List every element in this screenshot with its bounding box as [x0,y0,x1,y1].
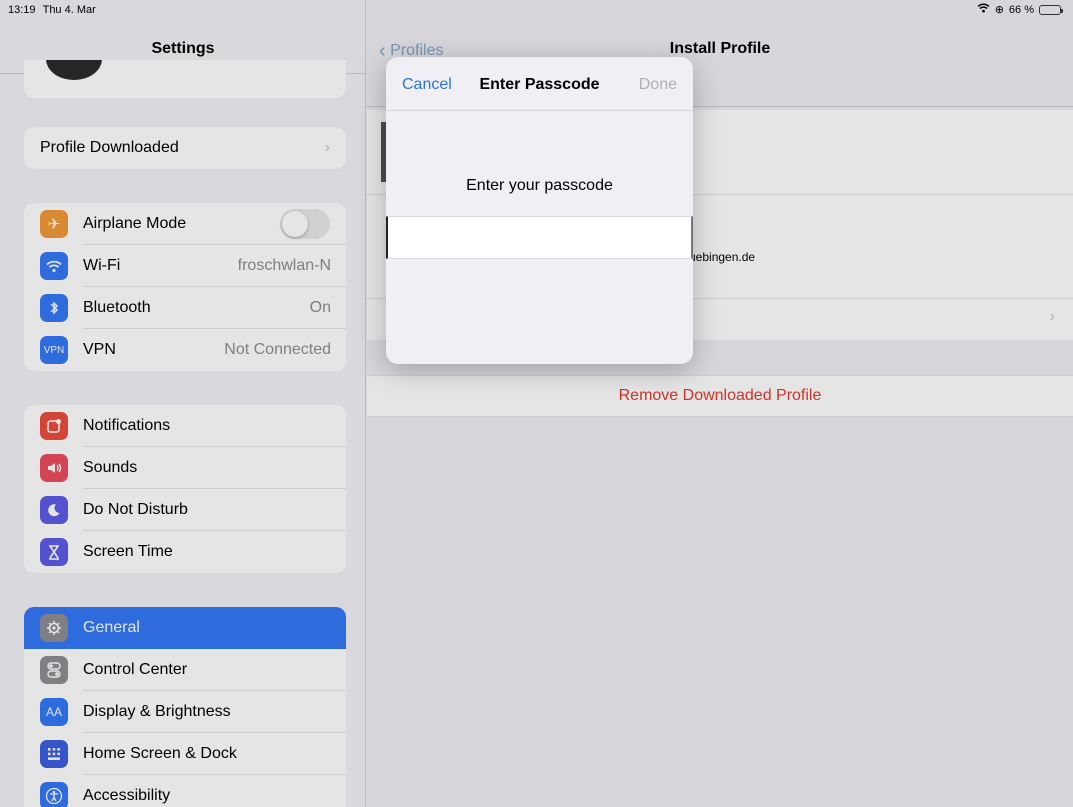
screen-time-label: Screen Time [83,543,173,560]
passcode-input[interactable] [386,216,693,259]
sounds-label: Sounds [83,459,138,476]
bluetooth-icon [40,294,68,322]
orientation-lock-icon: ⊕ [994,4,1004,16]
airplane-mode-toggle[interactable] [280,209,330,239]
status-clock: 13:19 [8,4,36,16]
profile-domain-text: uebingen.de [689,250,756,264]
battery-percent: 66 % [1008,3,1034,16]
sidebar-item-airplane-mode[interactable]: ✈ Airplane Mode [24,203,346,245]
sidebar-item-accessibility[interactable]: Accessibility [24,775,346,807]
general-label: General [83,619,140,636]
avatar [46,60,102,80]
profile-group: Profile Downloaded › [24,127,346,169]
accessibility-icon [40,782,68,807]
wifi-label: Wi-Fi [83,257,121,274]
sidebar-item-screen-time[interactable]: Screen Time [24,531,346,573]
account-row[interactable] [24,60,346,98]
airplane-icon: ✈ [40,210,68,238]
passcode-prompt: Enter your passcode [466,177,613,194]
vpn-value: Not Connected [224,341,331,358]
toggle-knob [282,211,308,237]
sounds-icon [40,454,68,482]
profile-downloaded-label: Profile Downloaded [40,139,179,156]
sidebar-item-home-screen-dock[interactable]: Home Screen & Dock [24,733,346,775]
connectivity-group: ✈ Airplane Mode Wi-Fi froschwlan-N Bluet… [24,203,346,371]
system-group: Notifications Sounds Do Not Disturb Scre… [24,405,346,573]
wifi-status-icon [977,3,990,16]
wifi-value: froschwlan-N [237,257,331,274]
accessibility-label: Accessibility [83,787,171,804]
profile-downloaded-row[interactable]: Profile Downloaded › [24,127,346,169]
sidebar-item-wifi[interactable]: Wi-Fi froschwlan-N [24,245,346,287]
sidebar-item-do-not-disturb[interactable]: Do Not Disturb [24,489,346,531]
chevron-right-icon[interactable]: › [1050,308,1055,326]
bluetooth-value: On [309,299,331,316]
display-brightness-label: Display & Brightness [83,703,231,720]
sidebar-item-vpn[interactable]: VPN VPN Not Connected [24,329,346,371]
hourglass-icon [40,538,68,566]
display-icon: AA [40,698,68,726]
chevron-left-icon: ‹ [379,40,386,62]
done-button[interactable]: Done [639,76,677,94]
gear-icon [40,614,68,642]
enter-passcode-sheet: Enter Passcode Cancel Done Enter your pa… [386,57,693,364]
settings-sidebar: Settings Profile Downloaded › ✈ Airplane… [0,0,366,807]
bluetooth-label: Bluetooth [83,299,151,316]
notifications-icon [40,412,68,440]
cancel-button[interactable]: Cancel [402,76,452,94]
sidebar-title: Settings [151,40,215,57]
sidebar-item-notifications[interactable]: Notifications [24,405,346,447]
switches-icon [40,656,68,684]
chevron-right-icon: › [324,139,330,156]
status-date: Thu 4. Mar [42,4,96,16]
sidebar-item-display-brightness[interactable]: AA Display & Brightness [24,691,346,733]
do-not-disturb-label: Do Not Disturb [83,501,188,518]
sidebar-item-bluetooth[interactable]: Bluetooth On [24,287,346,329]
moon-icon [40,496,68,524]
status-time: 13:19 Thu 4. Mar [8,4,96,16]
battery-tip [1061,8,1063,13]
vpn-label: VPN [83,341,116,358]
detail-title: Install Profile [669,40,771,57]
general-group: General Control Center AA Display & Brig… [24,607,346,807]
remove-downloaded-profile-button[interactable]: Remove Downloaded Profile [367,375,1073,417]
status-indicators: ⊕ 66 % [977,3,1063,16]
status-bar: 13:19 Thu 4. Mar ⊕ 66 % [0,0,1073,18]
battery-icon [1039,4,1063,15]
wifi-icon [40,252,68,280]
notifications-label: Notifications [83,417,171,434]
sidebar-item-general[interactable]: General [24,607,346,649]
vpn-icon: VPN [40,336,68,364]
control-center-label: Control Center [83,661,188,678]
home-screen-dock-label: Home Screen & Dock [83,745,237,762]
sidebar-item-control-center[interactable]: Control Center [24,649,346,691]
airplane-mode-label: Airplane Mode [83,215,187,232]
sheet-header: Enter Passcode Cancel Done [386,57,693,111]
sidebar-item-sounds[interactable]: Sounds [24,447,346,489]
grid-icon [40,740,68,768]
